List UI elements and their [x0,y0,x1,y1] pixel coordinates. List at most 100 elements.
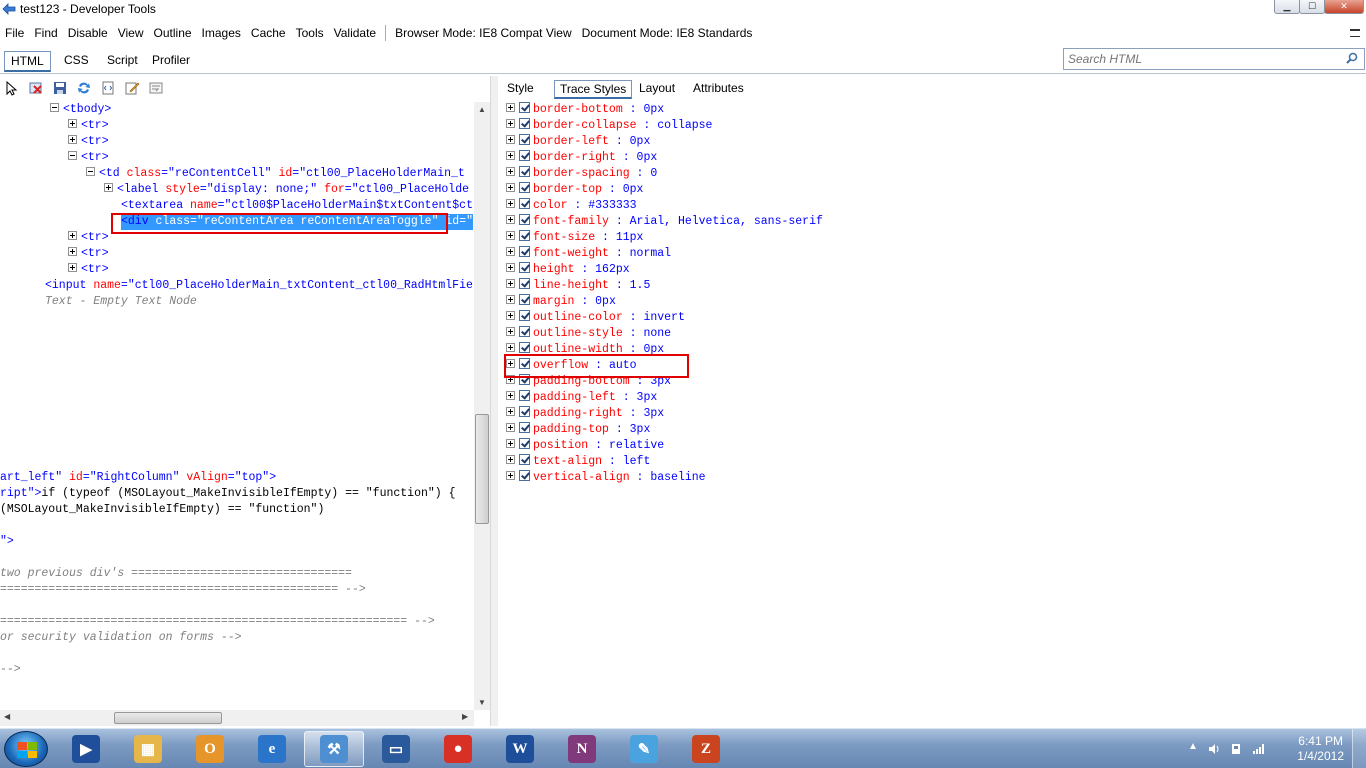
style-row-border-collapse[interactable]: border-collapse : collapse [506,118,712,134]
style-row-outline-width[interactable]: outline-width : 0px [506,342,664,358]
close-button[interactable]: ✕ [1324,0,1364,14]
show-hidden-icons-icon[interactable]: ▲ [1188,741,1200,753]
style-checkbox[interactable] [519,262,530,274]
tree-node-td-right-column[interactable]: art_left" id="RightColumn" vAlign="top"> [0,470,276,486]
scroll-up-icon[interactable]: ▲ [478,105,486,114]
style-row-border-right[interactable]: border-right : 0px [506,150,657,166]
scroll-thumb[interactable] [114,712,222,724]
menu-disable[interactable]: Disable [63,26,113,40]
expand-icon[interactable] [506,455,515,465]
taskbar-app-developer-tools[interactable]: ⚒ [304,731,364,767]
expand-icon[interactable] [104,183,113,193]
dom-source-icon[interactable] [100,80,116,96]
menu-find[interactable]: Find [29,26,62,40]
collapse-icon[interactable] [86,167,95,177]
tree-node-close[interactable]: "> [0,534,14,550]
style-checkbox[interactable] [519,214,530,226]
tree-node-div-selected[interactable]: <div class="reContentArea reContentAreaT… [121,214,473,230]
tree-node-tr[interactable]: <tr> [68,150,109,166]
tree-node-td[interactable]: <td class="reContentCell" id="ctl00_Plac… [86,166,465,182]
style-row-outline-style[interactable]: outline-style : none [506,326,671,342]
expand-icon[interactable] [506,167,515,177]
style-row-margin[interactable]: margin : 0px [506,294,616,310]
style-checkbox[interactable] [519,390,530,402]
expand-icon[interactable] [68,135,77,145]
expand-icon[interactable] [506,311,515,321]
style-checkbox[interactable] [519,374,530,386]
expand-icon[interactable] [506,231,515,241]
expand-icon[interactable] [68,119,77,129]
taskbar-app-outlook[interactable]: O [180,731,240,767]
vertical-scrollbar[interactable]: ▲ ▼ [474,102,490,710]
expand-icon[interactable] [506,471,515,481]
clock[interactable]: 6:41 PM 1/4/2012 [1297,734,1344,764]
expand-icon[interactable] [506,215,515,225]
menu-outline[interactable]: Outline [149,26,197,40]
expand-icon[interactable] [506,135,515,145]
scroll-down-icon[interactable]: ▼ [478,698,486,707]
style-checkbox[interactable] [519,102,530,114]
tree-node-comment[interactable]: --> [0,662,21,678]
tree-node-tr[interactable]: <tr> [68,134,109,150]
browser-mode-menu[interactable]: Browser Mode: IE8 Compat View [390,26,577,40]
style-checkbox[interactable] [519,150,530,162]
scroll-left-icon[interactable]: ◀ [4,712,10,721]
expand-icon[interactable] [506,295,515,305]
taskbar-app-remote-desktop[interactable]: ▭ [366,731,426,767]
collapse-icon[interactable] [68,151,77,161]
menu-view[interactable]: View [113,26,149,40]
tab-style[interactable]: Style [502,80,539,96]
style-checkbox[interactable] [519,118,530,130]
style-checkbox[interactable] [519,438,530,450]
style-row-line-height[interactable]: line-height : 1.5 [506,278,650,294]
style-row-color[interactable]: color : #333333 [506,198,637,214]
tree-node-label[interactable]: <label style="display: none;" for="ctl00… [104,182,469,198]
minimize-pane-icon[interactable] [1350,29,1360,37]
edit-icon[interactable] [124,80,140,96]
volume-icon[interactable] [1208,743,1220,755]
menu-file[interactable]: File [0,26,29,40]
tree-node-empty-text[interactable]: Text - Empty Text Node [45,294,197,310]
tree-node-tr[interactable]: <tr> [68,262,109,278]
expand-icon[interactable] [506,199,515,209]
style-checkbox[interactable] [519,470,530,482]
style-checkbox[interactable] [519,166,530,178]
style-row-font-size[interactable]: font-size : 11px [506,230,643,246]
tab-layout[interactable]: Layout [634,80,680,96]
menu-tools[interactable]: Tools [291,26,329,40]
style-checkbox[interactable] [519,342,530,354]
style-row-text-align[interactable]: text-align : left [506,454,650,470]
refresh-icon[interactable] [76,80,92,96]
style-row-padding-left[interactable]: padding-left : 3px [506,390,657,406]
style-row-border-bottom[interactable]: border-bottom : 0px [506,102,664,118]
style-row-height[interactable]: height : 162px [506,262,630,278]
taskbar-app-paint[interactable]: ✎ [614,731,674,767]
expand-icon[interactable] [68,231,77,241]
expand-icon[interactable] [506,151,515,161]
menu-images[interactable]: Images [197,26,246,40]
tab-css[interactable]: CSS [58,51,95,69]
tree-node-tr[interactable]: <tr> [68,118,109,134]
tree-node-comment[interactable]: or security validation on forms --> [0,630,242,646]
show-desktop-button[interactable] [1352,729,1366,768]
tree-node-script[interactable]: ript">if (typeof (MSOLayout_MakeInvisibl… [0,486,456,502]
style-row-border-spacing[interactable]: border-spacing : 0 [506,166,657,182]
taskbar-app-internet-explorer[interactable]: e [242,731,302,767]
taskbar-app-onenote[interactable]: N [552,731,612,767]
style-checkbox[interactable] [519,246,530,258]
word-wrap-icon[interactable] [148,80,164,96]
tree-node-tr[interactable]: <tr> [68,230,109,246]
menu-cache[interactable]: Cache [246,26,291,40]
expand-icon[interactable] [506,359,515,369]
select-element-icon[interactable] [4,80,20,96]
style-row-position[interactable]: position : relative [506,438,664,454]
tree-node-comment[interactable]: ========================================… [0,582,366,598]
style-checkbox[interactable] [519,406,530,418]
tree-node-textarea[interactable]: <textarea name="ctl00$PlaceHolderMain$tx… [121,198,473,214]
search-icon[interactable] [1346,52,1358,64]
network-icon[interactable] [1252,743,1264,755]
tab-html[interactable]: HTML [4,51,51,72]
style-checkbox[interactable] [519,198,530,210]
expand-icon[interactable] [506,119,515,129]
style-checkbox[interactable] [519,294,530,306]
